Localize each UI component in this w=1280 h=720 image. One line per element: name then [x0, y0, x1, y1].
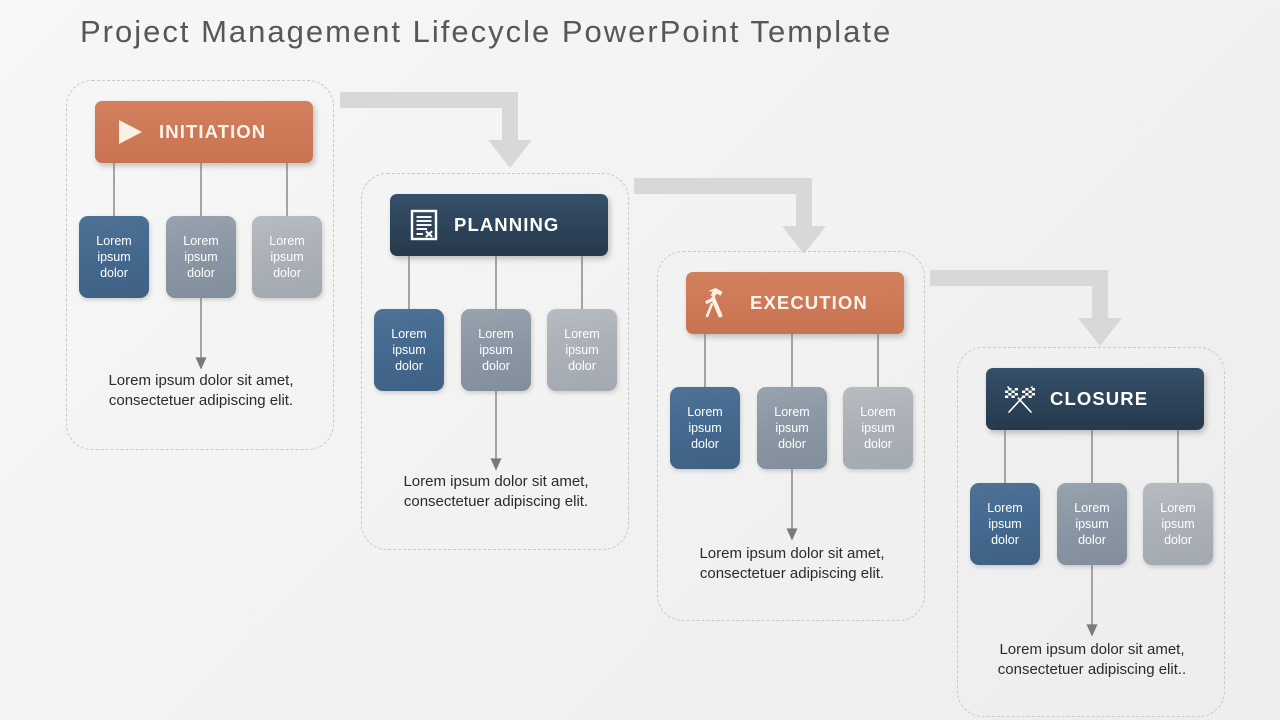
- slide-canvas: Project Management Lifecycle PowerPoint …: [0, 0, 1280, 720]
- sub-box-line-2: ipsum: [479, 343, 513, 357]
- flow-connector-planning-to-execution: [634, 176, 829, 258]
- sub-box-line-3: dolor: [1164, 533, 1192, 547]
- stage-label-planning: PLANNING: [454, 214, 560, 235]
- sub-box-line-1: Lorem: [860, 405, 896, 419]
- sub-box-line-3: dolor: [1078, 533, 1106, 547]
- stage-header-initiation[interactable]: INITIATION: [95, 101, 313, 163]
- sub-box-line-2: ipsum: [1161, 517, 1195, 531]
- sub-box-line-1: Lorem: [478, 327, 514, 341]
- sub-box-line-1: Lorem: [1074, 501, 1110, 515]
- stage-card-initiation[interactable]: INITIATION Lorem ipsum dolor Lorem ipsum: [66, 80, 334, 450]
- sub-box-line-1: Lorem: [391, 327, 427, 341]
- flow-connector-execution-to-closure: [930, 268, 1125, 350]
- connector-box-to-caption-initiation: [67, 298, 335, 370]
- hammer-tools-icon: [700, 283, 740, 323]
- sub-box-closure-3[interactable]: Lorem ipsum dolor: [1143, 483, 1213, 565]
- sub-box-line-1: Lorem: [774, 405, 810, 419]
- stage-card-execution[interactable]: EXECUTION Lorem ipsum dolor Lorem ipsum: [657, 251, 925, 621]
- stage-caption-execution: Lorem ipsum dolor sit amet, consectetuer…: [699, 545, 885, 582]
- stage-header-planning[interactable]: PLANNING: [390, 194, 608, 256]
- stage-caption-initiation: Lorem ipsum dolor sit amet, consectetuer…: [108, 372, 294, 409]
- stage-label-closure: CLOSURE: [1050, 388, 1149, 409]
- sub-box-planning-2[interactable]: Lorem ipsum dolor: [461, 309, 531, 391]
- sub-box-initiation-1[interactable]: Lorem ipsum dolor: [79, 216, 149, 298]
- sub-box-line-2: ipsum: [392, 343, 426, 357]
- sub-box-line-3: dolor: [100, 266, 128, 280]
- sub-box-line-1: Lorem: [687, 405, 723, 419]
- sub-box-line-3: dolor: [864, 437, 892, 451]
- sub-box-line-3: dolor: [991, 533, 1019, 547]
- sub-box-line-1: Lorem: [96, 234, 132, 248]
- sub-box-initiation-2[interactable]: Lorem ipsum dolor: [166, 216, 236, 298]
- play-triangle-icon: [109, 112, 149, 152]
- sub-box-line-1: Lorem: [564, 327, 600, 341]
- flow-connector-initiation-to-planning: [340, 90, 535, 172]
- sub-box-line-3: dolor: [778, 437, 806, 451]
- stage-card-closure[interactable]: CLOSURE Lorem ipsum dolor Lorem ipsum do…: [957, 347, 1225, 717]
- sub-box-line-3: dolor: [395, 359, 423, 373]
- sub-box-line-2: ipsum: [688, 421, 722, 435]
- sub-box-closure-2[interactable]: Lorem ipsum dolor: [1057, 483, 1127, 565]
- sub-box-execution-2[interactable]: Lorem ipsum dolor: [757, 387, 827, 469]
- stage-caption-closure: Lorem ipsum dolor sit amet, consectetuer…: [997, 641, 1187, 678]
- sub-box-execution-3[interactable]: Lorem ipsum dolor: [843, 387, 913, 469]
- sub-box-line-2: ipsum: [565, 343, 599, 357]
- sub-box-planning-3[interactable]: Lorem ipsum dolor: [547, 309, 617, 391]
- checkered-flags-icon: [1000, 379, 1040, 419]
- document-checklist-icon: [404, 205, 444, 245]
- sub-box-line-3: dolor: [568, 359, 596, 373]
- sub-box-line-2: ipsum: [97, 250, 131, 264]
- sub-box-line-2: ipsum: [270, 250, 304, 264]
- sub-box-line-3: dolor: [273, 266, 301, 280]
- sub-box-line-3: dolor: [187, 266, 215, 280]
- sub-box-line-2: ipsum: [1075, 517, 1109, 531]
- sub-box-line-2: ipsum: [184, 250, 218, 264]
- sub-box-planning-1[interactable]: Lorem ipsum dolor: [374, 309, 444, 391]
- sub-box-line-2: ipsum: [861, 421, 895, 435]
- connector-box-to-caption-planning: [362, 391, 630, 471]
- sub-box-line-1: Lorem: [987, 501, 1023, 515]
- stage-header-closure[interactable]: CLOSURE: [986, 368, 1204, 430]
- page-title: Project Management Lifecycle PowerPoint …: [80, 14, 893, 49]
- sub-box-line-3: dolor: [482, 359, 510, 373]
- connector-box-to-caption-execution: [658, 469, 926, 541]
- stage-label-execution: EXECUTION: [750, 292, 868, 313]
- sub-box-line-3: dolor: [691, 437, 719, 451]
- sub-box-line-2: ipsum: [775, 421, 809, 435]
- sub-box-closure-1[interactable]: Lorem ipsum dolor: [970, 483, 1040, 565]
- stage-caption-planning: Lorem ipsum dolor sit amet, consectetuer…: [403, 473, 589, 510]
- sub-box-execution-1[interactable]: Lorem ipsum dolor: [670, 387, 740, 469]
- sub-box-line-1: Lorem: [183, 234, 219, 248]
- stage-header-execution[interactable]: EXECUTION: [686, 272, 904, 334]
- sub-box-initiation-3[interactable]: Lorem ipsum dolor: [252, 216, 322, 298]
- sub-box-line-2: ipsum: [988, 517, 1022, 531]
- stage-label-initiation: INITIATION: [159, 121, 267, 142]
- sub-box-line-1: Lorem: [269, 234, 305, 248]
- connector-box-to-caption-closure: [958, 565, 1226, 637]
- sub-box-line-1: Lorem: [1160, 501, 1196, 515]
- stage-card-planning[interactable]: PLANNING Lorem ipsum dolor Lorem ipsum d…: [361, 173, 629, 550]
